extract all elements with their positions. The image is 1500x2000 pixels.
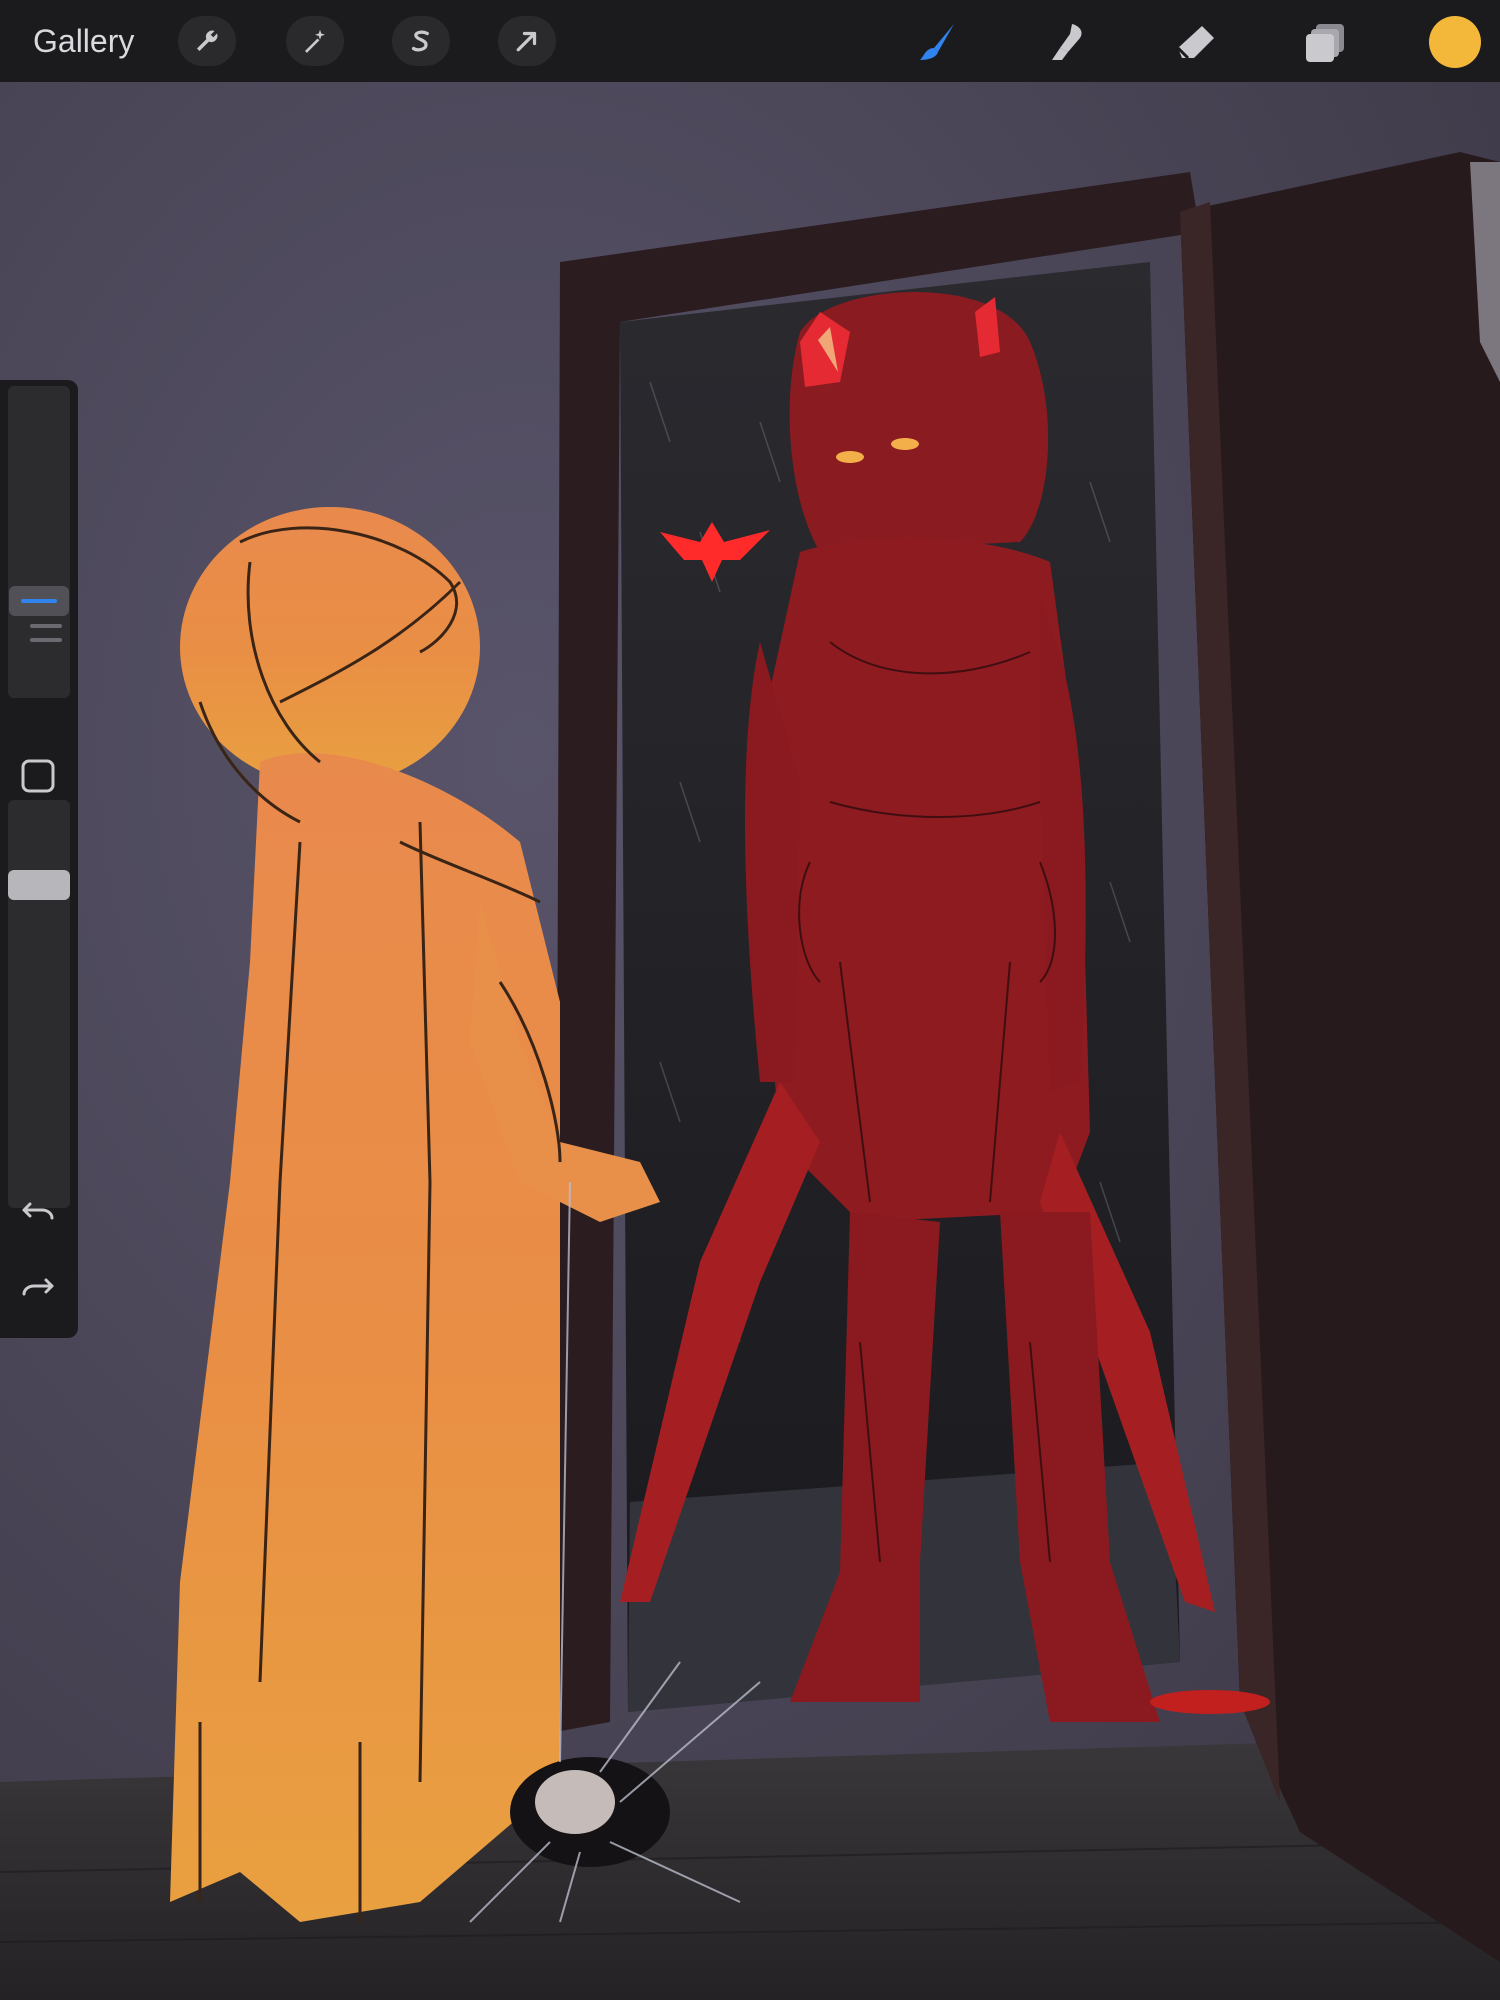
selection-s-icon <box>411 30 429 52</box>
brush-tool-button[interactable] <box>910 14 966 70</box>
modify-square-icon[interactable] <box>20 758 56 794</box>
top-toolbar: Gallery <box>0 0 1500 82</box>
selection-button[interactable] <box>392 16 450 66</box>
layers-button[interactable] <box>1298 14 1354 70</box>
eraser-icon <box>1176 26 1214 60</box>
left-sidebar <box>0 380 78 1338</box>
brush-size-handle[interactable] <box>9 586 69 616</box>
gallery-button[interactable]: Gallery <box>33 18 134 64</box>
magic-wand-icon <box>305 29 325 53</box>
opacity-handle[interactable] <box>8 870 70 900</box>
transform-button[interactable] <box>498 16 556 66</box>
eraser-tool-button[interactable] <box>1168 14 1224 70</box>
brush-size-slider[interactable] <box>8 386 70 698</box>
color-picker-swatch[interactable] <box>1429 16 1481 68</box>
brush-icon <box>920 24 954 60</box>
procreate-app: Gallery <box>0 0 1500 2000</box>
wrench-icon <box>197 30 218 51</box>
opacity-slider[interactable] <box>8 800 70 1208</box>
undo-arrow-icon[interactable] <box>20 1192 56 1228</box>
redo-arrow-icon[interactable] <box>20 1268 56 1304</box>
transform-arrow-icon <box>516 31 537 52</box>
smudge-icon <box>1052 24 1082 60</box>
drawing-canvas[interactable] <box>0 82 1500 2000</box>
smudge-tool-button[interactable] <box>1038 14 1094 70</box>
adjustments-magic-wand-button[interactable] <box>286 16 344 66</box>
layers-icon <box>1306 24 1344 62</box>
adjustments-wrench-button[interactable] <box>178 16 236 66</box>
